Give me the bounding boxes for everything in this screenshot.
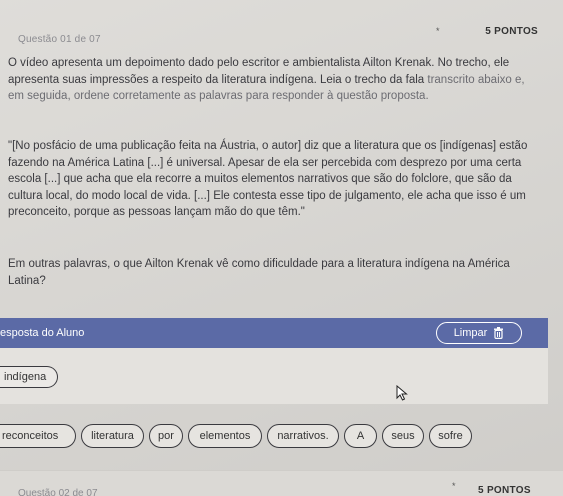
mouse-pointer-icon	[396, 384, 408, 406]
word-chip-literatura[interactable]: literatura	[81, 424, 144, 448]
word-chip-reconceitos[interactable]: reconceitos	[0, 424, 76, 448]
clear-button-label: Limpar	[453, 327, 488, 339]
word-chip-narrativos[interactable]: narrativos.	[267, 424, 339, 448]
next-required-star: *	[452, 481, 456, 491]
question-statement: O vídeo apresenta um depoimento dado pel…	[8, 55, 528, 105]
answer-header-bar: esposta do Aluno Limpar	[0, 318, 548, 348]
word-chip-sofre[interactable]: sofre	[429, 424, 472, 448]
question-points: 5 PONTOS	[485, 26, 538, 37]
word-chip-a[interactable]: A	[344, 424, 377, 448]
question-header: Questão 01 de 07 * 5 PONTOS	[18, 26, 548, 46]
quote-text: "[No posfácio de uma publicação feita na…	[8, 140, 528, 218]
word-chip-por[interactable]: por	[149, 424, 183, 448]
clear-button[interactable]: Limpar	[436, 322, 522, 344]
next-question-counter: Questão 02 de 07	[18, 488, 98, 496]
trash-icon	[493, 327, 504, 339]
answer-label: esposta do Aluno	[0, 327, 85, 339]
next-question-points: 5 PONTOS	[478, 485, 531, 496]
answer-word-chip[interactable]: indígena	[0, 366, 58, 388]
required-star: *	[436, 26, 440, 36]
word-chip-seus[interactable]: seus	[382, 424, 424, 448]
next-question-header: Questão 02 de 07 * 5 PONTOS	[0, 470, 563, 496]
word-bank: reconceitos literatura por elementos nar…	[0, 424, 548, 452]
answer-drop-zone[interactable]: indígena	[0, 348, 548, 404]
question-prompt: Em outras palavras, o que Ailton Krenak …	[8, 258, 510, 287]
question-counter: Questão 01 de 07	[18, 34, 101, 45]
word-chip-elementos[interactable]: elementos	[188, 424, 262, 448]
